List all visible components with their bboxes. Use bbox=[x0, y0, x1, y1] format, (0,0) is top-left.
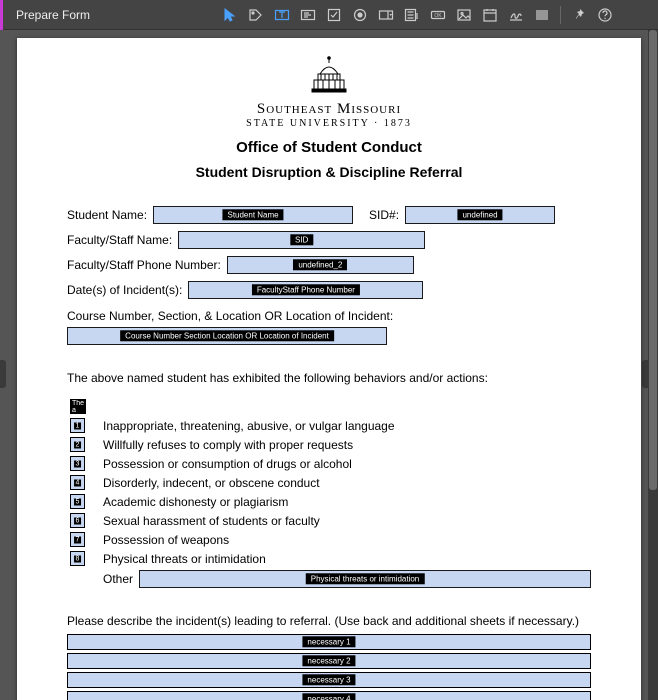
label-student-name: Student Name: bbox=[67, 208, 147, 222]
svg-text:OK: OK bbox=[434, 13, 442, 19]
behavior-checklist: The a 1 Inappropriate, threatening, abus… bbox=[67, 399, 591, 588]
checkbox-4[interactable]: 4 bbox=[70, 475, 85, 490]
behavior-row-6: 6 Sexual harassment of students or facul… bbox=[67, 513, 591, 528]
behaviors-sentence: The above named student has exhibited th… bbox=[67, 371, 591, 385]
behavior-text-2: Willfully refuses to comply with proper … bbox=[103, 438, 353, 452]
checkbox-8[interactable]: 8 bbox=[70, 551, 85, 566]
fieldtag-incident-dates: FacultyStaff Phone Number bbox=[252, 284, 360, 295]
checkbox-3[interactable]: 3 bbox=[70, 456, 85, 471]
checkbox-2[interactable]: 2 bbox=[70, 437, 85, 452]
fieldtag-faculty-name: SID bbox=[290, 234, 313, 245]
row-faculty-phone: Faculty/Staff Phone Number: undefined_2 bbox=[67, 256, 591, 274]
field-incident-dates[interactable]: FacultyStaff Phone Number bbox=[188, 281, 423, 299]
date-field-icon[interactable] bbox=[478, 4, 502, 26]
form-title: Student Disruption & Discipline Referral bbox=[67, 164, 591, 180]
field-faculty-name[interactable]: SID bbox=[178, 231, 425, 249]
toolbar-icons: OK bbox=[218, 4, 617, 26]
signature-icon[interactable] bbox=[504, 4, 528, 26]
behavior-text-3: Possession or consumption of drugs or al… bbox=[103, 457, 352, 471]
row-faculty-name: Faculty/Staff Name: SID bbox=[67, 231, 591, 249]
checkbox-header-tag: The a bbox=[70, 400, 86, 414]
behavior-text-8: Physical threats or intimidation bbox=[103, 552, 266, 566]
label-course-location: Course Number, Section, & Location OR Lo… bbox=[67, 309, 591, 323]
behavior-row-2: 2 Willfully refuses to comply with prope… bbox=[67, 437, 591, 452]
fieldtag-faculty-phone: undefined_2 bbox=[293, 259, 347, 270]
listbox-icon[interactable] bbox=[400, 4, 424, 26]
toolbar-title: Prepare Form bbox=[8, 8, 98, 22]
fieldtag-student-name: Student Name bbox=[222, 209, 283, 220]
radio-icon[interactable] bbox=[348, 4, 372, 26]
behavior-row-3: 3 Possession or consumption of drugs or … bbox=[67, 456, 591, 471]
behavior-row-7: 7 Possession of weapons bbox=[67, 532, 591, 547]
desc-line-2[interactable]: necessary 2 bbox=[67, 653, 591, 669]
desc-line-3[interactable]: necessary 3 bbox=[67, 672, 591, 688]
checkbox-1[interactable]: 1 bbox=[70, 418, 85, 433]
row-incident-dates: Date(s) of Incident(s): FacultyStaff Pho… bbox=[67, 281, 591, 299]
text-field-icon[interactable] bbox=[270, 4, 294, 26]
office-heading: Office of Student Conduct bbox=[67, 139, 591, 156]
field-sid[interactable]: undefined bbox=[405, 206, 555, 224]
image-field-icon[interactable] bbox=[452, 4, 476, 26]
button-icon[interactable]: OK bbox=[426, 4, 450, 26]
checkbox-6[interactable]: 6 bbox=[70, 513, 85, 528]
description-lines: necessary 1 necessary 2 necessary 3 nece… bbox=[67, 634, 591, 700]
field-course-location[interactable]: Course Number Section Location OR Locati… bbox=[67, 327, 387, 345]
help-icon[interactable] bbox=[593, 4, 617, 26]
toolbar-separator bbox=[560, 6, 561, 24]
university-name-line1: Southeast Missouri bbox=[67, 101, 591, 118]
checkbox-icon[interactable] bbox=[322, 4, 346, 26]
label-incident-dates: Date(s) of Incident(s): bbox=[67, 283, 182, 297]
behavior-row-1: 1 Inappropriate, threatening, abusive, o… bbox=[67, 418, 591, 433]
row-student-name: Student Name: Student Name SID#: undefin… bbox=[67, 206, 591, 224]
fieldtag-course-location: Course Number Section Location OR Locati… bbox=[120, 330, 334, 341]
behavior-text-7: Possession of weapons bbox=[103, 533, 229, 547]
field-student-name[interactable]: Student Name bbox=[153, 206, 353, 224]
behavior-text-4: Disorderly, indecent, or obscene conduct bbox=[103, 476, 320, 490]
label-faculty-name: Faculty/Staff Name: bbox=[67, 233, 172, 247]
scrollbar-thumb[interactable] bbox=[649, 30, 657, 490]
behavior-row-8: 8 Physical threats or intimidation bbox=[67, 551, 591, 566]
desc-line-4[interactable]: necessary 4 bbox=[67, 691, 591, 700]
behavior-text-5: Academic dishonesty or plagiarism bbox=[103, 495, 288, 509]
field-other[interactable]: Physical threats or intimidation bbox=[139, 570, 591, 588]
label-sid: SID#: bbox=[369, 208, 399, 222]
label-faculty-phone: Faculty/Staff Phone Number: bbox=[67, 258, 221, 272]
behavior-row-4: 4 Disorderly, indecent, or obscene condu… bbox=[67, 475, 591, 490]
dropdown-icon[interactable] bbox=[374, 4, 398, 26]
label-other: Other bbox=[103, 572, 133, 586]
field-faculty-phone[interactable]: undefined_2 bbox=[227, 256, 414, 274]
behavior-row-other: Other Physical threats or intimidation bbox=[67, 570, 591, 588]
pin-icon[interactable] bbox=[567, 4, 591, 26]
panel-expand-left[interactable] bbox=[0, 360, 6, 388]
tag-tool-icon[interactable] bbox=[244, 4, 268, 26]
university-name: Southeast Missouri STATE UNIVERSITY · 18… bbox=[67, 101, 591, 129]
accent-bar bbox=[0, 0, 3, 30]
toolbar: Prepare Form OK bbox=[0, 0, 658, 30]
checkbox-5[interactable]: 5 bbox=[70, 494, 85, 509]
select-tool-icon[interactable] bbox=[218, 4, 242, 26]
barcode-icon[interactable] bbox=[530, 4, 554, 26]
pdf-page: Southeast Missouri STATE UNIVERSITY · 18… bbox=[17, 38, 641, 700]
text-field-multiline-icon[interactable] bbox=[296, 4, 320, 26]
behavior-row-5: 5 Academic dishonesty or plagiarism bbox=[67, 494, 591, 509]
checkbox-header[interactable]: The a bbox=[70, 399, 86, 414]
checkbox-7[interactable]: 7 bbox=[70, 532, 85, 547]
document-viewport[interactable]: Southeast Missouri STATE UNIVERSITY · 18… bbox=[0, 30, 658, 700]
describe-label: Please describe the incident(s) leading … bbox=[67, 614, 591, 628]
behavior-text-1: Inappropriate, threatening, abusive, or … bbox=[103, 419, 395, 433]
vertical-scrollbar[interactable] bbox=[648, 30, 658, 700]
university-name-line2: STATE UNIVERSITY · 1873 bbox=[67, 118, 591, 129]
desc-line-1[interactable]: necessary 1 bbox=[67, 634, 591, 650]
behavior-text-6: Sexual harassment of students or faculty bbox=[103, 514, 320, 528]
dome-icon bbox=[304, 56, 354, 101]
university-logo-block: Southeast Missouri STATE UNIVERSITY · 18… bbox=[67, 56, 591, 129]
fieldtag-other: Physical threats or intimidation bbox=[306, 573, 425, 584]
fieldtag-sid: undefined bbox=[457, 209, 502, 220]
